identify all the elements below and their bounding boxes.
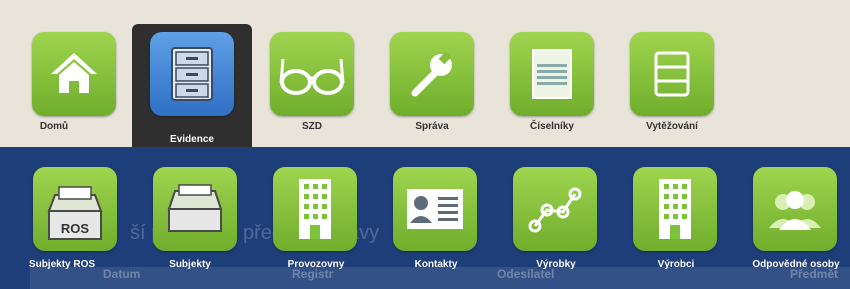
submenu-item-provozovny[interactable]: Provozovny [265, 167, 375, 285]
submenu-item-vyrobky[interactable]: Výrobky [505, 167, 615, 285]
nav-label-sprava: Správa [415, 121, 449, 132]
submenu-item-subjekty-ros[interactable]: ROS Subjekty ROS [25, 167, 135, 285]
submenu-label-subjekty: Subjekty [169, 259, 211, 270]
list-icon [630, 32, 714, 116]
nav-item-evidence[interactable]: Evidence [132, 24, 252, 147]
nav-item-ciselniky[interactable]: Číselníky [492, 24, 612, 147]
submenu-item-odpovedne-osoby[interactable]: Odpovědné osoby [745, 167, 850, 285]
home-icon [32, 32, 116, 116]
wrench-icon [390, 32, 474, 116]
filing-cabinet-icon [150, 32, 234, 116]
glasses-icon [270, 32, 354, 116]
nav-item-sprava[interactable]: Správa [372, 24, 492, 147]
nav-label-evidence: Evidence [170, 134, 214, 145]
submenu-item-subjekty[interactable]: Subjekty [145, 167, 255, 285]
inbox-ros-icon: ROS [33, 167, 117, 251]
submenu-label-kontakty: Kontakty [414, 259, 458, 270]
people-icon [753, 167, 837, 251]
submenu-item-kontakty[interactable]: Kontakty [385, 167, 495, 285]
numbers-sheet-icon [510, 32, 594, 116]
chain-nodes-icon [513, 167, 597, 251]
nav-label-szd: SZD [302, 121, 322, 132]
nav-item-home[interactable]: Domů [12, 24, 132, 147]
ros-badge-text: ROS [61, 221, 90, 236]
top-navigation: Domů Evidence SZD Správa Číselníky Vytěž… [0, 0, 850, 147]
nav-label-vytezovani: Vytěžování [646, 121, 698, 132]
building-icon [633, 167, 717, 251]
nav-label-home: Domů [39, 121, 69, 132]
submenu-label-subjekty-ros: Subjekty ROS [28, 259, 96, 270]
contact-card-icon [393, 167, 477, 251]
submenu-item-vyrobci[interactable]: Výrobci [625, 167, 735, 285]
nav-item-vytezovani[interactable]: Vytěžování [612, 24, 732, 147]
nav-label-ciselniky: Číselníky [530, 121, 574, 132]
submenu-label-vyrobci: Výrobci [657, 259, 695, 270]
inbox-icon [153, 167, 237, 251]
nav-item-szd[interactable]: SZD [252, 24, 372, 147]
submenu-label-vyrobky: Výrobky [536, 259, 576, 270]
submenu-label-odpovedne-osoby: Odpovědné osoby [752, 259, 840, 270]
submenu-label-provozovny: Provozovny [287, 259, 345, 270]
building-icon [273, 167, 357, 251]
